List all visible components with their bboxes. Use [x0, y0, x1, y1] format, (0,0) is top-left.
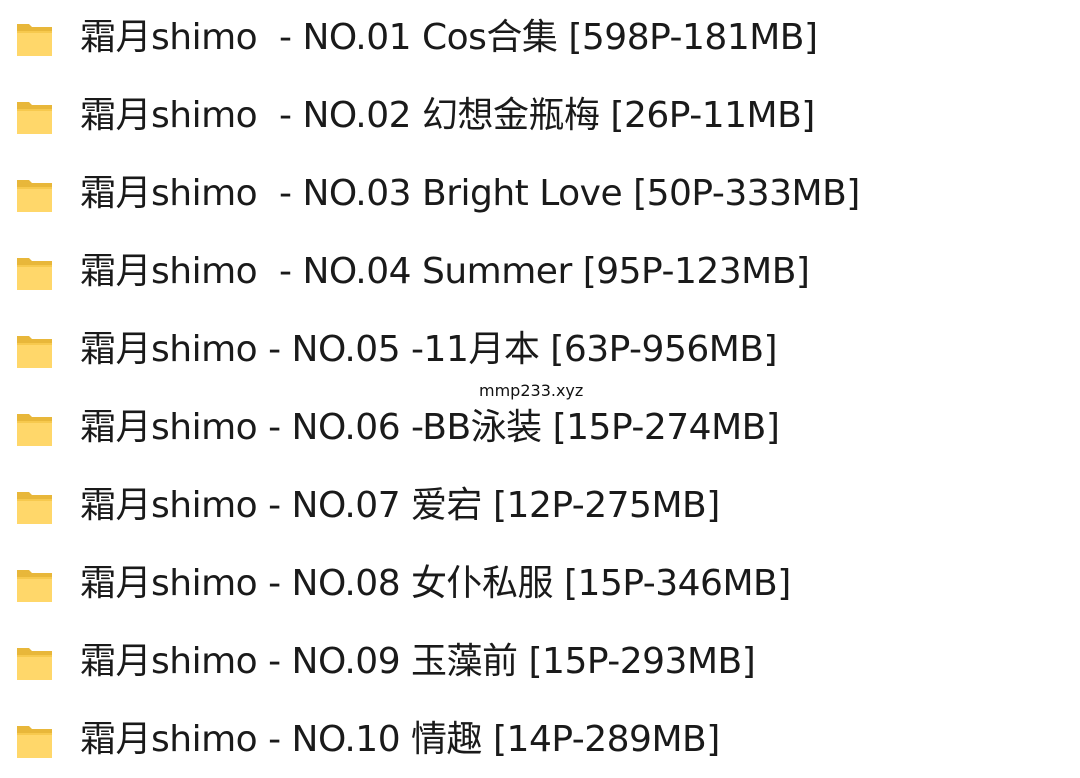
folder-icon — [15, 174, 55, 216]
watermark-text: mmp233.xyz — [479, 381, 584, 400]
folder-icon — [15, 720, 55, 762]
folder-item[interactable]: 霜月shimo - NO.04 Summer [95P-123MB] — [0, 242, 1080, 302]
folder-item[interactable]: 霜月shimo - NO.06 -BB泳装 [15P-274MB] — [0, 398, 1080, 458]
folder-icon — [15, 564, 55, 606]
folder-name: 霜月shimo - NO.07 爱宕 [12P-275MB] — [80, 485, 720, 526]
folder-item[interactable]: 霜月shimo - NO.02 幻想金瓶梅 [26P-11MB] — [0, 86, 1080, 146]
folder-name: 霜月shimo - NO.09 玉藻前 [15P-293MB] — [80, 641, 756, 682]
folder-item[interactable]: 霜月shimo - NO.07 爱宕 [12P-275MB] — [0, 476, 1080, 536]
folder-icon — [15, 330, 55, 372]
folder-name: 霜月shimo - NO.02 幻想金瓶梅 [26P-11MB] — [80, 95, 815, 136]
folder-name: 霜月shimo - NO.03 Bright Love [50P-333MB] — [80, 173, 860, 214]
folder-name: 霜月shimo - NO.04 Summer [95P-123MB] — [80, 251, 810, 292]
folder-item[interactable]: 霜月shimo - NO.08 女仆私服 [15P-346MB] — [0, 554, 1080, 614]
folder-icon — [15, 486, 55, 528]
folder-name: 霜月shimo - NO.01 Cos合集 [598P-181MB] — [80, 17, 818, 58]
folder-name: 霜月shimo - NO.06 -BB泳装 [15P-274MB] — [80, 407, 780, 448]
folder-item[interactable]: 霜月shimo - NO.05 -11月本 [63P-956MB] — [0, 320, 1080, 380]
folder-icon — [15, 252, 55, 294]
folder-name: 霜月shimo - NO.10 情趣 [14P-289MB] — [80, 719, 720, 760]
folder-name: 霜月shimo - NO.05 -11月本 [63P-956MB] — [80, 329, 778, 370]
folder-icon — [15, 18, 55, 60]
folder-item[interactable]: 霜月shimo - NO.09 玉藻前 [15P-293MB] — [0, 632, 1080, 692]
folder-icon — [15, 642, 55, 684]
folder-item[interactable]: 霜月shimo - NO.01 Cos合集 [598P-181MB] — [0, 8, 1080, 68]
folder-item[interactable]: 霜月shimo - NO.03 Bright Love [50P-333MB] — [0, 164, 1080, 224]
folder-icon — [15, 408, 55, 450]
folder-name: 霜月shimo - NO.08 女仆私服 [15P-346MB] — [80, 563, 791, 604]
folder-item[interactable]: 霜月shimo - NO.10 情趣 [14P-289MB] — [0, 710, 1080, 770]
folder-icon — [15, 96, 55, 138]
